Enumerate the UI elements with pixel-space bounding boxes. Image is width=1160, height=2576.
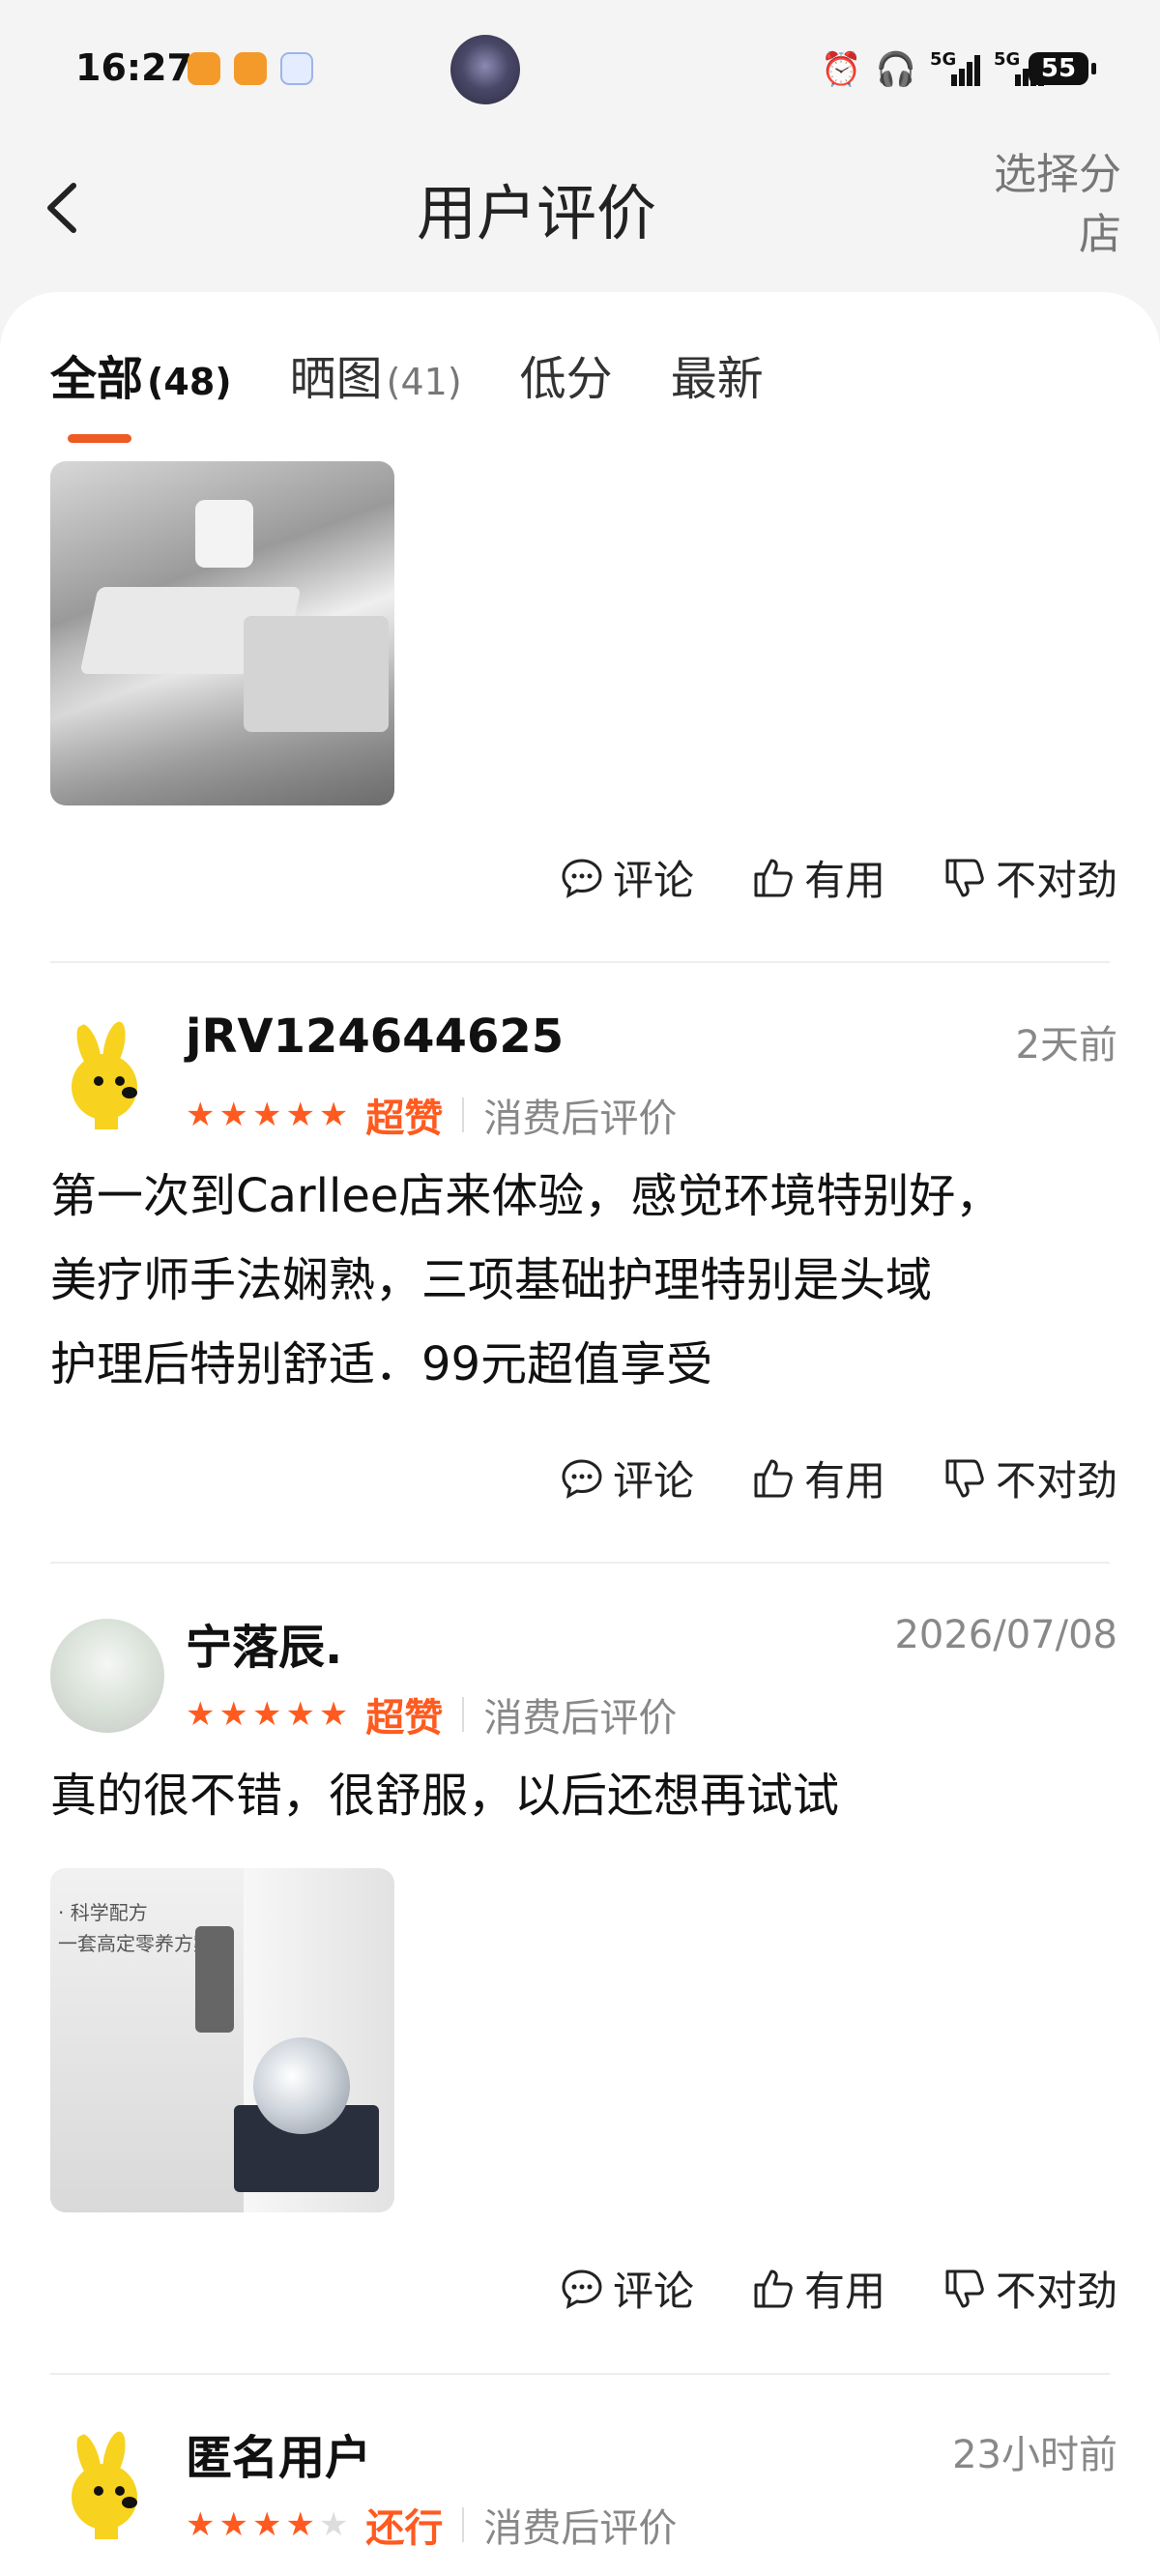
divider (50, 1562, 1110, 1564)
signal-icon: 5G (930, 49, 980, 86)
photo-caption: · 科学配方 (58, 1901, 148, 1924)
tab-label: 低分 (519, 352, 613, 406)
yellow-mascot-icon (50, 2429, 164, 2543)
avatar[interactable] (50, 1019, 164, 1133)
select-branch-label: 店 (1079, 210, 1121, 259)
network-type: 5G (994, 49, 1021, 70)
review-text-line: 真的很不错，很舒服，以后还想再试试 (50, 1769, 840, 1823)
comment-label: 评论 (612, 1457, 694, 1505)
review-text: 第一次到Carllee店来体验，感觉环境特别好， 美疗师手法娴熟，三项基础护理特… (50, 1155, 1114, 1407)
photo-caption: 一套高定零养方案 (58, 1932, 213, 1955)
comment-button[interactable]: 评论 (559, 2259, 694, 2318)
review-date: 2天前 (1015, 1023, 1117, 1068)
review-text: 真的很不错，很舒服，以后还想再试试 (50, 1754, 1114, 1838)
tab-count: (41) (386, 361, 462, 403)
reviews-card: 全部 (48) 晒图 (41) 低分 最新 评论 有用 不对劲 jRV12464… (0, 292, 1160, 2576)
review-photo[interactable] (50, 461, 394, 805)
divider (50, 2373, 1110, 2375)
system-icons: ⏰ 🎧 5G 5G (821, 49, 1044, 89)
headphones-icon: 🎧 (875, 50, 916, 89)
wrong-label: 不对劲 (995, 857, 1117, 904)
useful-button[interactable]: 有用 (750, 848, 885, 907)
useful-label: 有用 (803, 857, 885, 904)
yellow-mascot-icon (50, 1019, 164, 1133)
comment-button[interactable]: 评论 (559, 1449, 694, 1508)
avatar[interactable] (50, 2429, 164, 2543)
username[interactable]: 宁落辰. (186, 1609, 342, 1677)
tab-all[interactable]: 全部 (48) (50, 340, 232, 443)
tab-photos[interactable]: 晒图 (41) (290, 340, 462, 408)
rating-row: ★★★★★ 超赞 消费后评价 (186, 1686, 677, 1742)
thumbs-up-icon (754, 859, 793, 896)
comment-button[interactable]: 评论 (559, 848, 694, 907)
tab-count: (48) (147, 361, 232, 403)
review-text-line: 美疗师手法娴熟，三项基础护理特别是头域 (50, 1253, 933, 1307)
filter-tabs: 全部 (48) 晒图 (41) 低分 最新 (50, 340, 822, 443)
divider (50, 961, 1110, 963)
page-header: 用户评价 选择分 店 (0, 145, 1160, 290)
rating-level: 超赞 (365, 1696, 444, 1741)
select-branch-label: 选择分 (994, 150, 1121, 199)
alarm-icon: ⏰ (821, 50, 862, 89)
username[interactable]: 匿名用户 (186, 2419, 371, 2487)
username[interactable]: jRV124644625 (186, 1010, 564, 1064)
network-type: 5G (930, 49, 957, 70)
wrong-label: 不对劲 (995, 1457, 1117, 1505)
star-rating: ★★★★★ (186, 1695, 353, 1734)
thumbs-down-icon (945, 859, 984, 896)
review-date: 2026/07/08 (894, 1613, 1117, 1657)
review-actions: 评论 有用 不对劲 (503, 2259, 1117, 2318)
review-text-line: 护理后特别舒适．99元超值享受 (50, 1337, 713, 1391)
status-time: 16:27 (75, 46, 192, 89)
wrong-button[interactable]: 不对劲 (942, 1449, 1117, 1508)
review-text-line: 第一次到Carllee店来体验，感觉环境特别好， (50, 1169, 1002, 1223)
floating-avatar-icon[interactable] (450, 35, 520, 104)
thumbs-up-icon (754, 2269, 793, 2307)
active-tab-indicator (68, 434, 131, 443)
review-tag: 消费后评价 (483, 1696, 678, 1741)
useful-label: 有用 (803, 2268, 885, 2315)
wrong-button[interactable]: 不对劲 (942, 848, 1117, 907)
tab-label: 全部 (50, 352, 144, 406)
battery-icon: 55 (1029, 52, 1096, 85)
useful-label: 有用 (803, 1457, 885, 1505)
notification-app-icon (188, 52, 220, 85)
comment-label: 评论 (612, 857, 694, 904)
useful-button[interactable]: 有用 (750, 2259, 885, 2318)
notification-app-icon (234, 52, 267, 85)
tab-label: 晒图 (289, 352, 383, 406)
status-bar: 16:27 ⏰ 🎧 5G 5G 55 (0, 0, 1160, 145)
rating-row: ★★★★★ 超赞 消费后评价 (186, 1087, 677, 1143)
rating-level: 超赞 (365, 1097, 444, 1141)
useful-button[interactable]: 有用 (750, 1449, 885, 1508)
thumbs-up-icon (754, 1459, 793, 1497)
star-rating: ★★★★★ (186, 1096, 353, 1134)
tab-label: 最新 (670, 352, 764, 406)
review-tag: 消费后评价 (483, 1097, 678, 1141)
tab-low-score[interactable]: 低分 (520, 340, 613, 408)
comment-icon (562, 1458, 602, 1499)
tab-latest[interactable]: 最新 (671, 340, 764, 408)
page-title: 用户评价 (416, 178, 656, 249)
notification-app-icon (280, 52, 313, 85)
star-rating: ★★★★★ (186, 2505, 353, 2544)
review-photo[interactable]: · 科学配方 一套高定零养方案 (50, 1868, 394, 2212)
avatar[interactable] (50, 1619, 164, 1733)
review-tag: 消费后评价 (483, 2506, 678, 2551)
review-date: 23小时前 (952, 2433, 1117, 2477)
rating-level: 还行 (365, 2506, 444, 2551)
thumbs-down-icon (945, 2269, 984, 2307)
comment-label: 评论 (612, 2268, 694, 2315)
thumbs-down-icon (945, 1459, 984, 1497)
wrong-button[interactable]: 不对劲 (942, 2259, 1117, 2318)
comment-icon (562, 2269, 602, 2309)
select-branch-button[interactable]: 选择分 店 (967, 145, 1121, 265)
comment-icon (562, 858, 602, 898)
wrong-label: 不对劲 (995, 2268, 1117, 2315)
review-actions: 评论 有用 不对劲 (503, 1449, 1117, 1508)
rating-row: ★★★★★ 还行 消费后评价 (186, 2497, 677, 2553)
review-actions: 评论 有用 不对劲 (503, 848, 1117, 907)
